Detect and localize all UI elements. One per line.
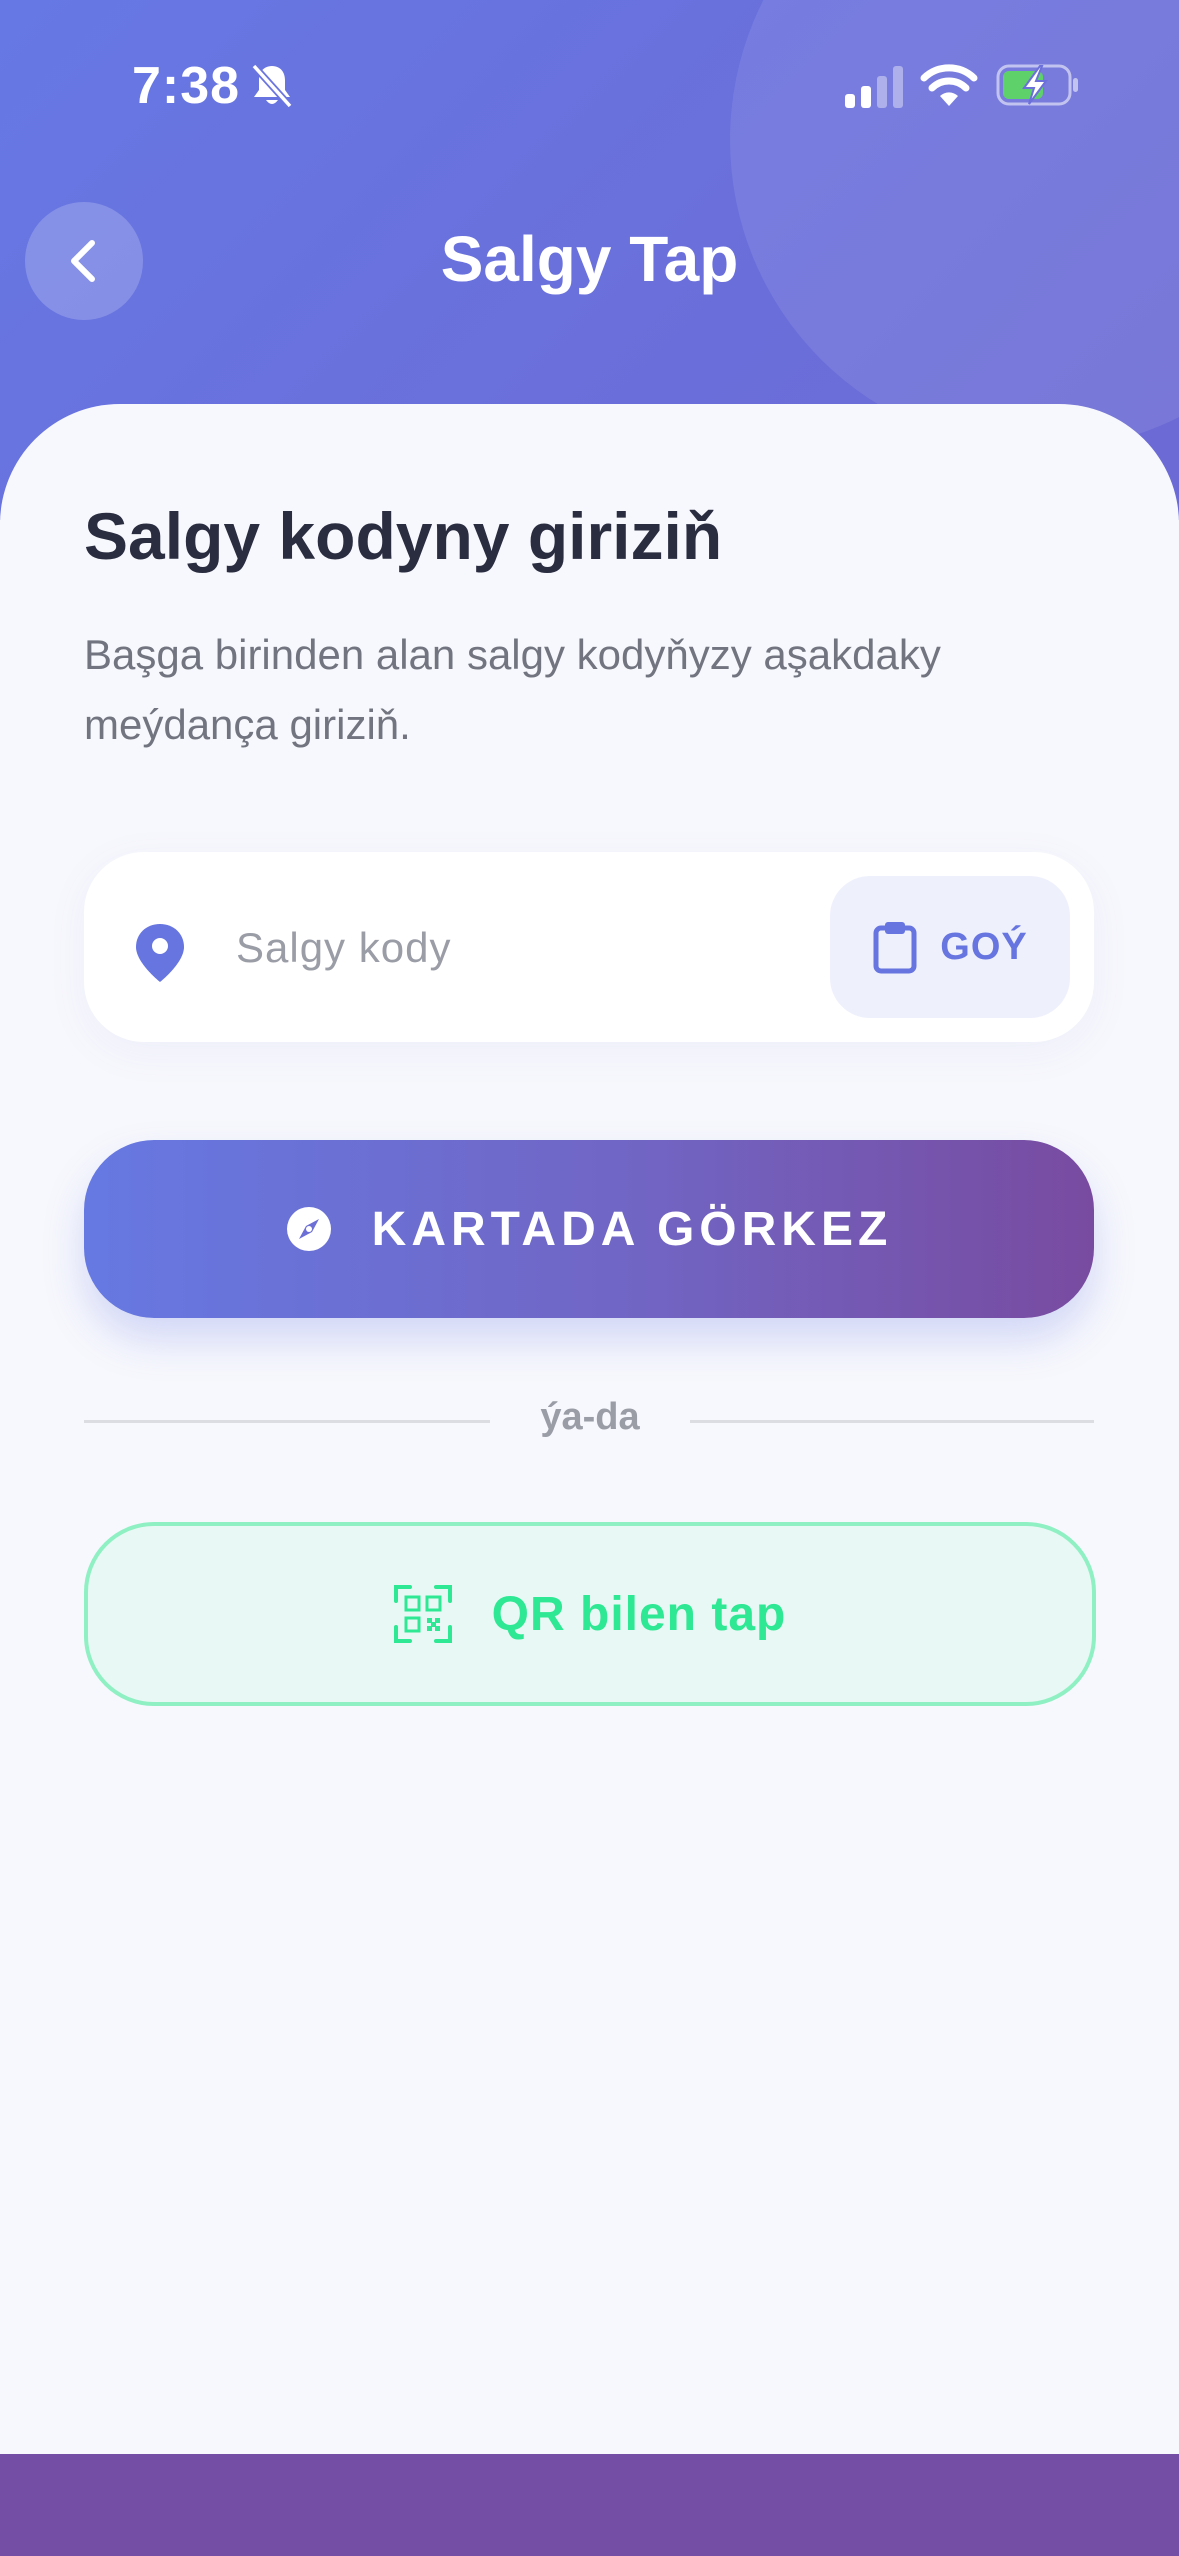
section-heading: Salgy kodyny giriziň: [84, 499, 723, 573]
bell-off-icon: [251, 63, 293, 109]
scan-qr-label: QR bilen tap: [491, 1587, 787, 1641]
paste-button[interactable]: GOÝ: [830, 876, 1070, 1018]
status-time: 7:38: [132, 57, 241, 115]
divider-text: ýa-da: [540, 1396, 640, 1438]
address-code-input[interactable]: [234, 892, 878, 1004]
address-code-input-card: GOÝ: [84, 852, 1094, 1042]
compass-icon: [286, 1207, 331, 1251]
show-on-map-label: KARTADA GÖRKEZ: [371, 1202, 893, 1256]
divider-right-line: [690, 1420, 1094, 1423]
paste-button-label: GOÝ: [940, 925, 1028, 968]
qr-scan-icon: [393, 1585, 452, 1643]
section-description: Başga birinden alan salgy kodyňyzy aşakd…: [84, 631, 941, 748]
scan-qr-button[interactable]: QR bilen tap: [84, 1522, 1096, 1706]
status-bar: 7:38: [0, 0, 1179, 150]
divider-left-line: [84, 1420, 490, 1423]
show-on-map-button[interactable]: KARTADA GÖRKEZ: [84, 1140, 1094, 1318]
bottom-bar: [0, 2454, 1179, 2556]
location-pin-icon: [136, 924, 184, 982]
cellular-signal-icon: [845, 66, 903, 108]
clipboard-icon: [873, 922, 917, 974]
wifi-icon: [920, 64, 978, 106]
battery-charging-icon: [996, 64, 1078, 106]
page-title: Salgy Tap: [440, 223, 739, 295]
